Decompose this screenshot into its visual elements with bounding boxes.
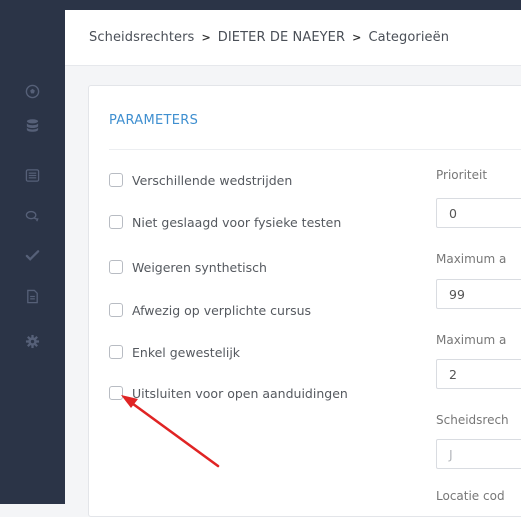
maximum-1-input[interactable]: 99 bbox=[436, 279, 521, 309]
field-label-prioriteit: Prioriteit bbox=[436, 168, 488, 182]
breadcrumb-item-scheidsrechters[interactable]: Scheidsrechters bbox=[89, 30, 194, 45]
soccer-ball-icon[interactable] bbox=[24, 83, 40, 99]
card-title: PARAMETERS bbox=[109, 113, 199, 128]
checkbox[interactable] bbox=[109, 173, 123, 187]
field-label-locatie-code: Locatie cod bbox=[436, 489, 505, 503]
field-label-maximum-2: Maximum a bbox=[436, 333, 507, 347]
maximum-2-input[interactable]: 2 bbox=[436, 359, 521, 389]
checkbox-row-uitsluiten-open-aanduidingen[interactable]: Uitsluiten voor open aanduidingen bbox=[109, 384, 348, 402]
checkbox-label: Verschillende wedstrijden bbox=[132, 172, 293, 188]
breadcrumb: Scheidsrechters > DIETER DE NAEYER > Categor… bbox=[89, 30, 449, 45]
breadcrumb-separator-icon: > bbox=[201, 31, 211, 44]
checkbox-label: Enkel gewestelijk bbox=[132, 344, 241, 360]
database-icon[interactable] bbox=[24, 117, 40, 133]
gear-icon[interactable] bbox=[24, 333, 40, 349]
checkbox-row-afwezig-cursus[interactable]: Afwezig op verplichte cursus bbox=[109, 301, 311, 319]
checkbox[interactable] bbox=[109, 345, 123, 359]
breadcrumb-item-referee[interactable]: DIETER DE NAEYER bbox=[218, 30, 345, 45]
document-icon[interactable] bbox=[24, 288, 40, 304]
chat-icon[interactable] bbox=[24, 208, 40, 224]
checkbox-row-weigeren-synthetisch[interactable]: Weigeren synthetisch bbox=[109, 258, 267, 276]
checkbox-row-enkel-gewestelijk[interactable]: Enkel gewestelijk bbox=[109, 343, 240, 361]
checkbox[interactable] bbox=[109, 260, 123, 274]
breadcrumb-item-categories: Categorieën bbox=[368, 30, 450, 45]
breadcrumb-separator-icon: > bbox=[352, 31, 362, 44]
checkbox-label: Niet geslaagd voor fysieke testen bbox=[132, 214, 342, 230]
sidebar bbox=[0, 10, 65, 504]
checkbox[interactable] bbox=[109, 386, 123, 400]
checkbox[interactable] bbox=[109, 215, 123, 229]
parameters-card: PARAMETERS Verschillende wedstrijden Nie… bbox=[88, 85, 521, 517]
prioriteit-input[interactable]: 0 bbox=[436, 198, 521, 228]
top-bar bbox=[0, 0, 521, 10]
checkbox-row-verschillende-wedstrijden[interactable]: Verschillende wedstrijden bbox=[109, 171, 292, 189]
checkbox-label: Afwezig op verplichte cursus bbox=[132, 302, 312, 318]
check-icon[interactable] bbox=[24, 247, 40, 263]
card-divider bbox=[109, 149, 521, 150]
checkbox-label: Weigeren synthetisch bbox=[132, 259, 267, 275]
list-icon[interactable] bbox=[24, 167, 40, 183]
checkbox[interactable] bbox=[109, 303, 123, 317]
breadcrumb-bar: Scheidsrechters > DIETER DE NAEYER > Categor… bbox=[65, 10, 521, 66]
field-label-scheidsrechter: Scheidsrech bbox=[436, 413, 509, 427]
checkbox-label: Uitsluiten voor open aanduidingen bbox=[132, 385, 348, 401]
field-label-maximum-1: Maximum a bbox=[436, 252, 507, 266]
checkbox-row-niet-geslaagd[interactable]: Niet geslaagd voor fysieke testen bbox=[109, 213, 341, 231]
scheidsrechter-input[interactable]: J bbox=[436, 439, 521, 469]
